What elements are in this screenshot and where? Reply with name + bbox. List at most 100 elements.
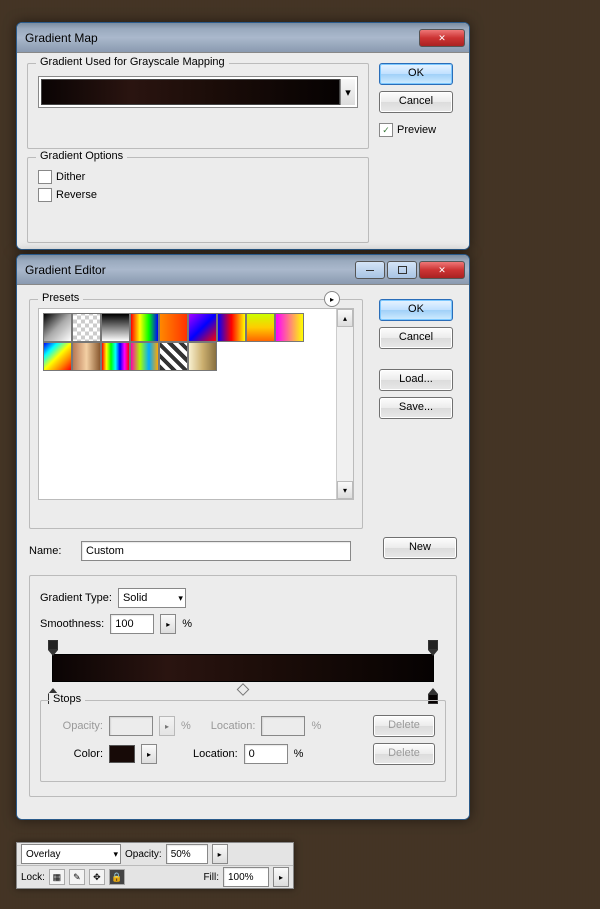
color-flyout-button[interactable]: ▸ <box>141 744 157 764</box>
preset-swatch[interactable] <box>72 342 101 371</box>
scroll-up-icon[interactable]: ▴ <box>337 309 353 327</box>
ok-button[interactable]: OK <box>379 63 453 85</box>
chevron-down-icon: ▾ <box>178 593 183 604</box>
lock-label: Lock: <box>21 872 45 883</box>
checkbox-label: Reverse <box>56 189 97 201</box>
opacity-label: Opacity: <box>125 849 162 860</box>
lock-position-icon[interactable]: ✥ <box>89 869 105 885</box>
titlebar[interactable]: Gradient Map ✕ <box>17 23 469 53</box>
percent-label: % <box>182 618 192 630</box>
preset-swatch[interactable] <box>130 313 159 342</box>
location-label: Location: <box>211 720 256 732</box>
save-button[interactable]: Save... <box>379 397 453 419</box>
scrollbar[interactable]: ▴ ▾ <box>336 309 353 499</box>
close-icon: ✕ <box>438 33 446 44</box>
preset-swatch[interactable] <box>188 342 217 371</box>
close-icon: ✕ <box>438 265 446 276</box>
chevron-down-icon: ▾ <box>113 849 118 860</box>
flyout-menu-button[interactable]: ▸ <box>324 291 340 307</box>
blend-mode-select[interactable]: Overlay ▾ <box>21 844 121 864</box>
color-location-input[interactable] <box>244 744 288 764</box>
gradient-picker[interactable]: ▾ <box>38 76 358 108</box>
gradient-preview <box>52 654 434 682</box>
cancel-button[interactable]: Cancel <box>379 327 453 349</box>
color-stop[interactable] <box>428 688 438 700</box>
lock-image-icon[interactable]: ✎ <box>69 869 85 885</box>
dither-checkbox[interactable]: Dither <box>38 170 358 184</box>
window-title: Gradient Map <box>25 31 419 45</box>
cancel-button[interactable]: Cancel <box>379 91 453 113</box>
minimize-button[interactable] <box>355 261 385 279</box>
preset-swatch[interactable] <box>43 313 72 342</box>
scroll-down-icon[interactable]: ▾ <box>337 481 353 499</box>
group-title: Stops <box>49 693 85 705</box>
preview-checkbox[interactable]: ✓ Preview <box>379 123 457 137</box>
preset-swatch[interactable] <box>72 313 101 342</box>
preset-swatch[interactable] <box>275 313 304 342</box>
preset-swatch[interactable] <box>217 313 246 342</box>
opacity-flyout-button: ▸ <box>159 716 175 736</box>
dropdown-arrow-icon[interactable]: ▾ <box>340 79 355 105</box>
delete-color-stop-button: Delete <box>373 743 435 765</box>
gradient-preview <box>41 79 340 105</box>
lock-transparency-icon[interactable]: ▦ <box>49 869 65 885</box>
close-button[interactable]: ✕ <box>419 29 465 47</box>
midpoint-handle[interactable] <box>237 683 250 696</box>
gradient-editor-window: Gradient Editor ✕ OK Cancel Load... Save… <box>16 254 470 820</box>
smoothness-label: Smoothness: <box>40 618 104 630</box>
preset-swatch[interactable] <box>101 342 130 371</box>
maximize-button[interactable] <box>387 261 417 279</box>
close-button[interactable]: ✕ <box>419 261 465 279</box>
gradient-map-window: Gradient Map ✕ Gradient Used for Graysca… <box>16 22 470 250</box>
preset-swatch[interactable] <box>43 342 72 371</box>
preset-swatch[interactable] <box>188 313 217 342</box>
gradient-type-group: Gradient Type: Solid ▾ Smoothness: ▸ % <box>29 575 457 797</box>
button-column: OK Cancel Load... Save... <box>379 299 457 425</box>
checkbox-box <box>38 170 52 184</box>
preset-swatch[interactable] <box>246 313 275 342</box>
location-label: Location: <box>193 748 238 760</box>
opacity-stop[interactable] <box>428 640 438 652</box>
gradient-type-label: Gradient Type: <box>40 592 112 604</box>
fill-flyout-button[interactable]: ▸ <box>273 867 289 887</box>
stops-group: Stops Opacity: ▸ % Location: % Delete Co… <box>40 700 446 782</box>
presets-list: ▴ ▾ <box>38 308 354 500</box>
gradient-type-select[interactable]: Solid ▾ <box>118 588 186 608</box>
reverse-checkbox[interactable]: Reverse <box>38 188 358 202</box>
group-title: Presets <box>38 292 83 304</box>
select-value: Overlay <box>26 849 60 860</box>
opacity-stop[interactable] <box>48 640 58 652</box>
group-title: Gradient Options <box>36 150 127 162</box>
preset-swatch[interactable] <box>101 313 130 342</box>
grayscale-mapping-group: Gradient Used for Grayscale Mapping ▾ <box>27 63 369 149</box>
layer-options-bar: Overlay ▾ Opacity: ▸ Lock: ▦ ✎ ✥ 🔒 Fill:… <box>16 842 294 889</box>
load-button[interactable]: Load... <box>379 369 453 391</box>
opacity-label: Opacity: <box>51 720 103 732</box>
opacity-flyout-button[interactable]: ▸ <box>212 844 228 864</box>
preset-swatch[interactable] <box>159 342 188 371</box>
titlebar[interactable]: Gradient Editor ✕ <box>17 255 469 285</box>
window-title: Gradient Editor <box>25 263 355 277</box>
color-swatch[interactable] <box>109 745 135 763</box>
new-button[interactable]: New <box>383 537 457 559</box>
layer-opacity-input[interactable] <box>166 844 208 864</box>
select-value: Solid <box>123 592 147 604</box>
gradient-editor-strip[interactable] <box>40 640 446 700</box>
name-input[interactable] <box>81 541 351 561</box>
smoothness-flyout-button[interactable]: ▸ <box>160 614 176 634</box>
layer-fill-input[interactable] <box>223 867 269 887</box>
preset-swatch[interactable] <box>130 342 159 371</box>
delete-opacity-stop-button: Delete <box>373 715 435 737</box>
smoothness-input[interactable] <box>110 614 154 634</box>
ok-button[interactable]: OK <box>379 299 453 321</box>
maximize-icon <box>398 266 407 274</box>
checkbox-box <box>38 188 52 202</box>
preset-swatch[interactable] <box>159 313 188 342</box>
check-icon: ✓ <box>382 125 390 136</box>
checkbox-label: Preview <box>397 124 436 136</box>
fill-label: Fill: <box>203 872 219 883</box>
lock-all-icon[interactable]: 🔒 <box>109 869 125 885</box>
checkbox-box: ✓ <box>379 123 393 137</box>
checkbox-label: Dither <box>56 171 85 183</box>
button-column: OK Cancel ✓ Preview <box>379 63 457 141</box>
